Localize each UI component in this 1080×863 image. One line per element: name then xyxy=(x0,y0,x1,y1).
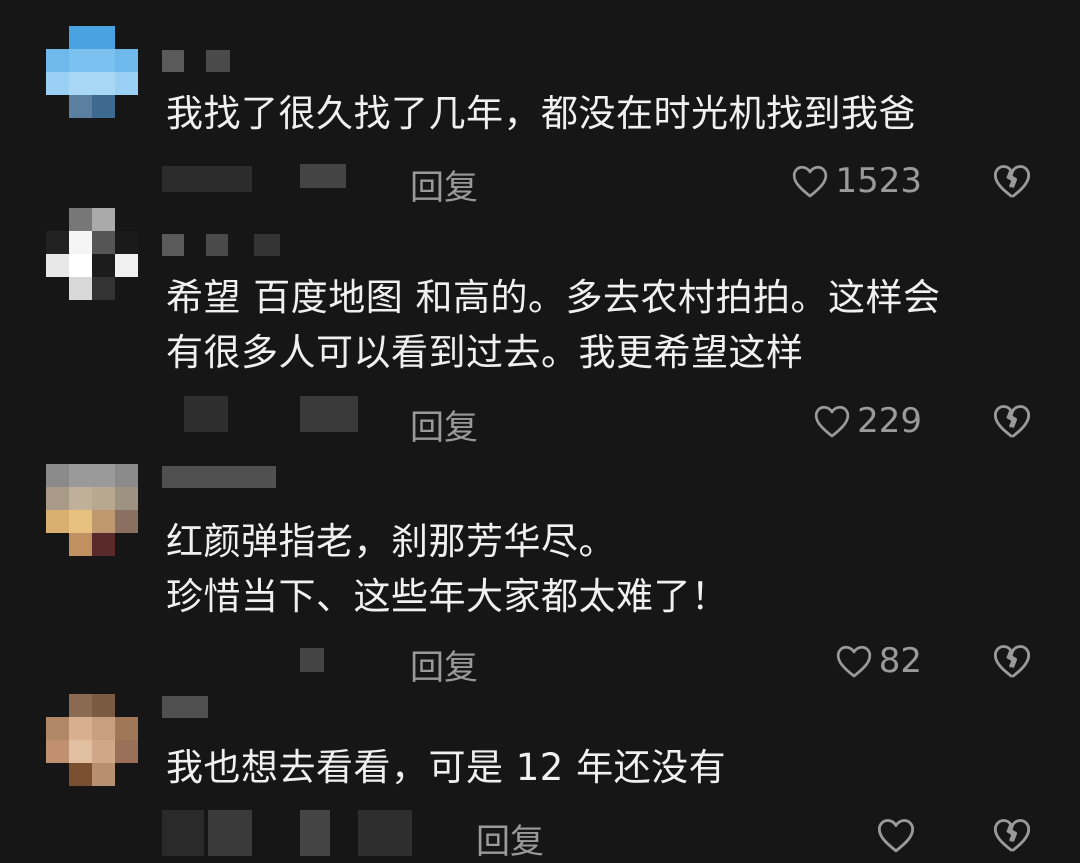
avatar-pixel xyxy=(69,717,92,740)
avatar-pixel xyxy=(69,763,92,786)
avatar-pixel xyxy=(92,694,115,717)
avatar-pixel xyxy=(46,694,69,717)
avatar-pixel xyxy=(115,740,138,763)
avatar-pixel xyxy=(69,740,92,763)
avatar-pixel xyxy=(69,694,92,717)
avatar-pixel xyxy=(46,740,69,763)
like-button[interactable] xyxy=(876,816,922,854)
avatar-pixel xyxy=(46,717,69,740)
avatar-pixel xyxy=(92,740,115,763)
avatar-pixel xyxy=(92,763,115,786)
avatar[interactable] xyxy=(46,694,138,786)
heart-icon xyxy=(876,816,916,854)
broken-heart-icon xyxy=(992,816,1032,854)
comment-item: 我也想去看看，可是 12 年还没有 回复 xyxy=(0,0,1080,862)
username-blurred[interactable] xyxy=(162,696,212,720)
comment-text: 我也想去看看，可是 12 年还没有 xyxy=(166,746,727,789)
avatar-pixel xyxy=(115,763,138,786)
avatar-pixel xyxy=(115,717,138,740)
avatar-pixel xyxy=(46,763,69,786)
timestamp-blurred xyxy=(162,810,462,856)
avatar-pixel xyxy=(92,717,115,740)
dislike-button[interactable] xyxy=(992,816,1032,854)
avatar-pixel xyxy=(115,694,138,717)
